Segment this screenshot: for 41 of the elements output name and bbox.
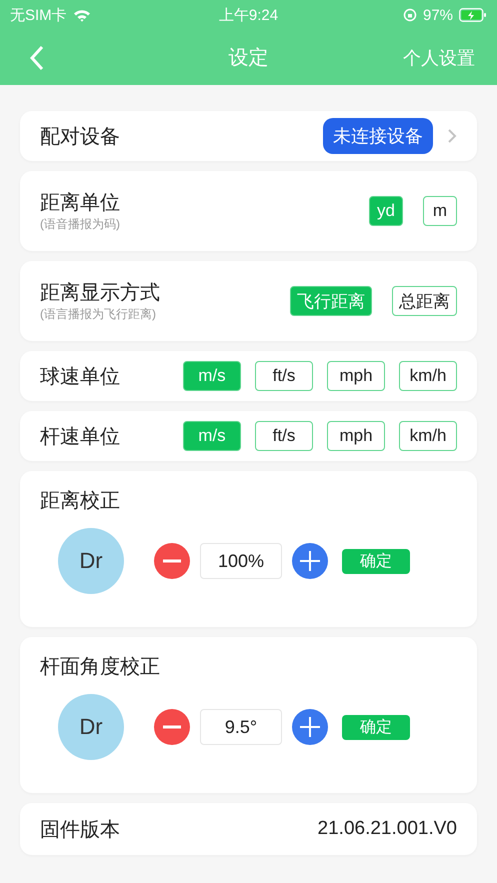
plus-icon: [299, 550, 321, 572]
row-note: (语言播报为飞行距离): [40, 306, 157, 323]
option-button[interactable]: km/h: [399, 421, 457, 451]
option-button[interactable]: 总距离: [392, 286, 457, 316]
option-button[interactable]: mph: [327, 361, 385, 391]
row-label: 距离显示方式: [40, 281, 160, 306]
plus-button[interactable]: [292, 543, 328, 579]
section-title: 杆面角度校正: [40, 655, 161, 680]
option-button[interactable]: mph: [327, 421, 385, 451]
row-label: 配对设备: [40, 124, 120, 150]
minus-button[interactable]: [154, 543, 190, 579]
row-label: 固件版本: [40, 818, 120, 842]
chevron-icon: [447, 128, 457, 144]
option-button[interactable]: m: [423, 196, 457, 226]
avatar: Dr: [58, 694, 124, 760]
minus-icon: [163, 725, 181, 729]
option-button[interactable]: ft/s: [255, 421, 313, 451]
rotation-lock-icon: [402, 8, 417, 22]
value-field[interactable]: 9.5°: [200, 709, 282, 745]
option-button[interactable]: km/h: [399, 361, 457, 391]
plus-button[interactable]: [292, 709, 328, 745]
battery-charging-icon: [459, 8, 488, 22]
page-title: 设定: [228, 46, 268, 71]
value-field[interactable]: 100%: [200, 543, 282, 579]
device-button[interactable]: 未连接设备: [323, 118, 433, 154]
carrier-label: 无SIM卡: [10, 6, 67, 24]
row-label: 距离单位: [40, 191, 120, 216]
plus-icon: [299, 716, 321, 738]
back-icon[interactable]: [30, 44, 44, 70]
wifi-icon: [72, 8, 91, 22]
row-label: 球速单位: [40, 364, 120, 390]
battery-percent: 97%: [422, 6, 454, 24]
option-button[interactable]: ft/s: [255, 361, 313, 391]
minus-button[interactable]: [154, 709, 190, 745]
section-title: 距离校正: [40, 489, 121, 514]
version-value: 21.06.21.001.V0: [318, 818, 457, 840]
minus-icon: [163, 559, 181, 563]
clock: 上午9:24: [218, 6, 278, 24]
row-note: (语音播报为码): [40, 216, 120, 233]
avatar: Dr: [58, 528, 124, 594]
row-label: 杆速单位: [40, 424, 120, 450]
